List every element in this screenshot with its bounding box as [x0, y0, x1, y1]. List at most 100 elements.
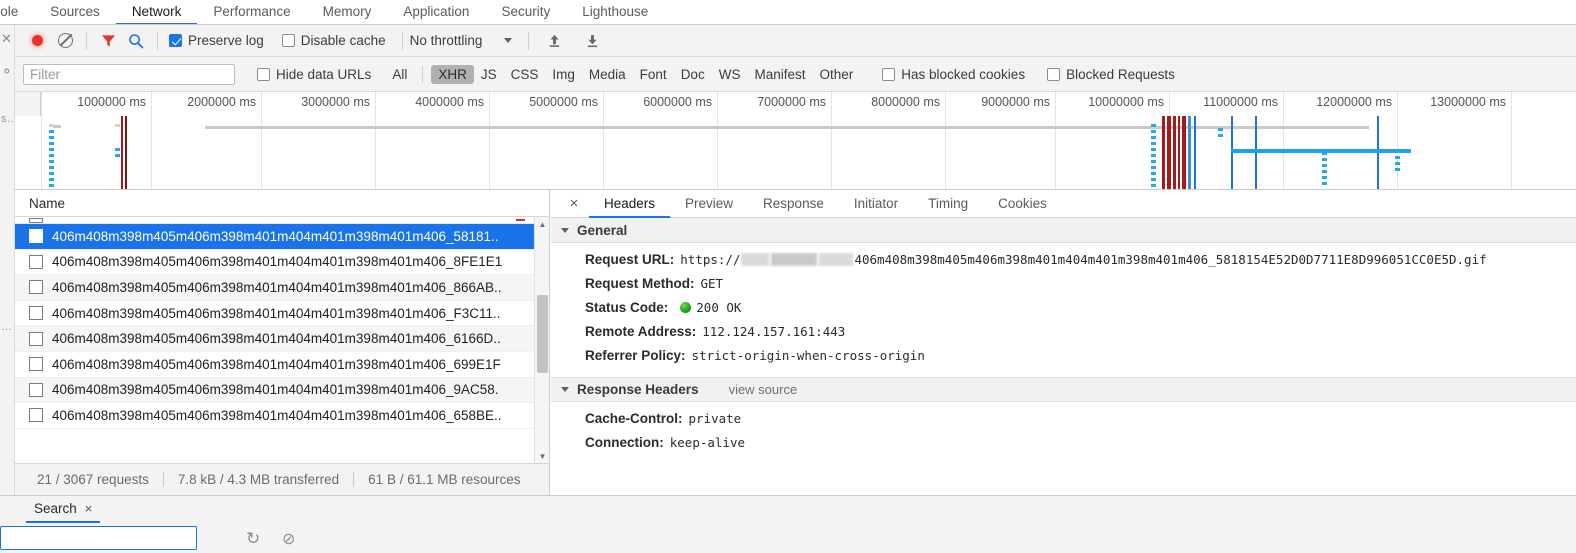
- panel-tab-memory[interactable]: Memory: [307, 0, 388, 24]
- status-divider-1: [162, 472, 164, 487]
- close-icon[interactable]: ×: [85, 501, 93, 516]
- type-filter-media[interactable]: Media: [582, 65, 633, 84]
- request-rows[interactable]: 406m408m398m405m406m398m401m404m401m398m…: [15, 217, 549, 463]
- table-row[interactable]: 406m408m398m405m406m398m401m404m401m398m…: [15, 326, 549, 352]
- panel-tab-console[interactable]: nsole: [0, 0, 34, 24]
- network-overview-timeline[interactable]: 1000000 ms 2000000 ms 3000000 ms 4000000…: [15, 92, 1576, 190]
- general-section-header[interactable]: General: [551, 218, 1576, 243]
- type-filter-xhr[interactable]: XHR: [431, 64, 474, 84]
- redacted-host-part-3: [819, 253, 854, 266]
- type-filter-manifest[interactable]: Manifest: [747, 65, 812, 84]
- requests-count: 21 / 3067 requests: [37, 472, 149, 487]
- tab-headers[interactable]: Headers: [589, 190, 671, 218]
- request-list-panel: Name 406m408m398m405m406m398m401m404m401…: [15, 190, 550, 495]
- panel-tab-network[interactable]: Network: [115, 0, 198, 24]
- row-checkbox[interactable]: [29, 357, 43, 372]
- overview-event-marker-red-7: [1182, 116, 1186, 189]
- search-toggle-button[interactable]: [122, 28, 150, 54]
- hide-data-urls-checkbox[interactable]: Hide data URLs: [257, 67, 371, 82]
- clipped-overview-icon: s…: [1, 113, 14, 125]
- table-row[interactable]: 406m408m398m405m406m398m401m404m401m398m…: [15, 301, 549, 327]
- panel-tab-performance[interactable]: Performance: [197, 0, 306, 24]
- referrer-policy-value: strict-origin-when-cross-origin: [691, 348, 925, 363]
- remote-address-row: Remote Address: 112.124.157.161:443: [551, 320, 1576, 344]
- type-filter-all[interactable]: All: [385, 65, 414, 84]
- clear-button[interactable]: [51, 28, 79, 54]
- row-checkbox[interactable]: [29, 229, 43, 244]
- view-source-link[interactable]: view source: [729, 382, 798, 397]
- throttling-dropdown[interactable]: No throttling: [410, 33, 513, 48]
- request-url-value[interactable]: https://406m408m398m405m406m398m401m404m…: [680, 252, 1486, 267]
- tab-response[interactable]: Response: [748, 190, 839, 218]
- type-filter-img[interactable]: Img: [545, 65, 582, 84]
- type-filter-font[interactable]: Font: [633, 65, 674, 84]
- row-checkbox[interactable]: [29, 280, 43, 295]
- referrer-policy-row: Referrer Policy: strict-origin-when-cros…: [551, 344, 1576, 368]
- filter-toggle-button[interactable]: [94, 28, 122, 54]
- type-filter-doc[interactable]: Doc: [674, 65, 712, 84]
- timeline-gridline: [41, 92, 42, 189]
- panel-tab-application[interactable]: Application: [387, 0, 485, 24]
- scroll-up-arrow-icon[interactable]: ▲: [535, 217, 550, 231]
- panel-tab-sources[interactable]: Sources: [34, 0, 116, 24]
- tab-preview[interactable]: Preview: [670, 190, 748, 218]
- row-checkbox[interactable]: [29, 306, 43, 321]
- general-section-title: General: [577, 222, 628, 238]
- record-button[interactable]: [23, 28, 51, 54]
- scrollbar-thumb[interactable]: [537, 295, 548, 373]
- table-row[interactable]: 406m408m398m405m406m398m401m404m401m398m…: [15, 403, 549, 429]
- blocked-requests-checkbox[interactable]: Blocked Requests: [1047, 67, 1175, 82]
- connection-value: keep-alive: [669, 434, 746, 450]
- request-list-header[interactable]: Name: [15, 190, 549, 217]
- timeline-tick-3: 3000000 ms: [301, 92, 376, 189]
- table-row[interactable]: 406m408m398m405m406m398m401m404m401m398m…: [15, 352, 549, 378]
- timeline-tick-4: 4000000 ms: [415, 92, 490, 189]
- connection-row: Connection: keep-alive: [551, 430, 1576, 454]
- table-row[interactable]: 406m408m398m405m406m398m401m404m401m398m…: [15, 275, 549, 301]
- response-headers-section-header[interactable]: Response Headers view source: [551, 376, 1576, 402]
- clear-search-icon[interactable]: ⊘: [282, 529, 295, 549]
- network-toolbar: Preserve log Disable cache No throttling: [15, 25, 1576, 57]
- close-detail-button[interactable]: ×: [559, 190, 589, 217]
- type-filter-ws[interactable]: WS: [712, 65, 748, 84]
- table-row-partial[interactable]: [15, 217, 549, 224]
- filter-input[interactable]: [23, 63, 235, 85]
- type-filter-css[interactable]: CSS: [504, 65, 546, 84]
- type-filter-other[interactable]: Other: [812, 65, 860, 84]
- timeline-tick-1: 1000000 ms: [77, 92, 152, 189]
- tab-initiator[interactable]: Initiator: [839, 190, 913, 218]
- panel-tab-security[interactable]: Security: [485, 0, 566, 24]
- disable-cache-checkbox[interactable]: Disable cache: [281, 33, 386, 48]
- row-error-tick: [516, 219, 525, 221]
- clipped-status-icon: …: [1, 321, 12, 333]
- resources-size: 61 B / 61.1 MB resources: [368, 472, 521, 487]
- blocked-requests-box: [1047, 67, 1061, 81]
- tab-timing[interactable]: Timing: [913, 190, 983, 218]
- row-checkbox[interactable]: [29, 408, 43, 423]
- type-filter-js[interactable]: JS: [474, 65, 504, 84]
- panel-tab-lighthouse[interactable]: Lighthouse: [566, 0, 664, 24]
- row-checkbox[interactable]: [29, 254, 43, 269]
- has-blocked-cookies-checkbox[interactable]: Has blocked cookies: [882, 67, 1025, 82]
- request-method-row: Request Method: GET: [551, 272, 1576, 296]
- export-har-button[interactable]: [578, 28, 606, 54]
- table-row[interactable]: 406m408m398m405m406m398m401m404m401m398m…: [15, 224, 549, 250]
- table-row[interactable]: 406m408m398m405m406m398m401m404m401m398m…: [15, 377, 549, 404]
- refresh-icon[interactable]: ↻: [246, 529, 260, 549]
- tab-cookies[interactable]: Cookies: [983, 190, 1062, 218]
- drawer-tab-search[interactable]: Search ×: [26, 496, 101, 523]
- scroll-down-arrow-icon[interactable]: ▼: [535, 449, 550, 463]
- row-checkbox[interactable]: [29, 331, 43, 346]
- import-har-button[interactable]: [540, 28, 568, 54]
- preserve-log-checkbox[interactable]: Preserve log: [169, 33, 264, 48]
- overview-activity-cluster-7: [1322, 152, 1327, 188]
- request-name: 406m408m398m405m406m398m401m404m401m398m…: [52, 228, 499, 244]
- devtools-window: nsole Sources Network Performance Memory…: [0, 0, 1576, 553]
- clear-icon: [57, 33, 73, 48]
- drawer-search-input[interactable]: [0, 526, 197, 550]
- table-row[interactable]: 406m408m398m405m406m398m401m404m401m398m…: [15, 250, 549, 276]
- row-checkbox[interactable]: [29, 217, 43, 223]
- chevron-down-icon: [504, 38, 513, 43]
- row-checkbox[interactable]: [29, 382, 43, 397]
- request-list-scrollbar[interactable]: ▲ ▼: [534, 217, 549, 463]
